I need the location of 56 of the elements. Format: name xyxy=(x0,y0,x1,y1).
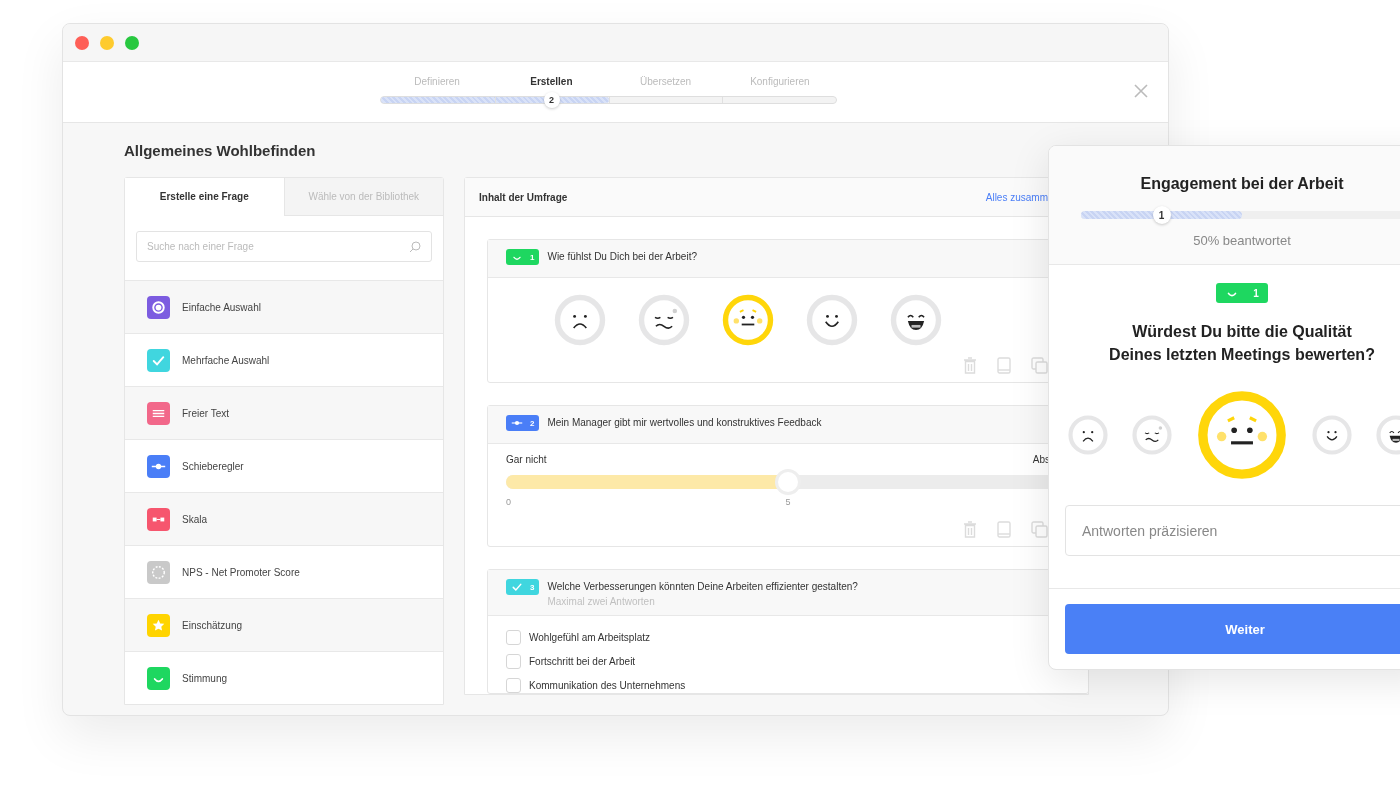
question-type-label: Schieberegler xyxy=(182,460,244,472)
step-label[interactable]: Erstellen xyxy=(530,76,573,87)
tick-label: 5 xyxy=(785,497,791,507)
question-type-item[interactable]: Stimmung xyxy=(125,651,443,704)
question-number: 2 xyxy=(530,418,535,428)
question-type-label: Freier Text xyxy=(182,407,230,419)
maximize-window-icon[interactable] xyxy=(125,35,139,50)
comment-field[interactable]: Antworten präzisieren xyxy=(1065,505,1400,556)
question-type-item[interactable]: Einfache Auswahl xyxy=(125,280,443,333)
option-label: Kommunikation des Unternehmens xyxy=(529,680,686,691)
step-marker: 2 xyxy=(543,92,560,108)
checkbox[interactable] xyxy=(506,630,521,645)
question-number: 1 xyxy=(1253,287,1259,299)
option-label: Wohlgefühl am Arbeitsplatz xyxy=(529,632,650,643)
face-option[interactable] xyxy=(889,293,943,347)
question-type-label: Skala xyxy=(182,513,207,525)
tick-label: 0 xyxy=(506,497,511,507)
panel-title: Inhalt der Umfrage xyxy=(479,191,568,203)
copy-icon[interactable] xyxy=(1031,357,1048,374)
collapse-all-link[interactable]: Alles zusamm xyxy=(985,191,1048,203)
progress-text: 50% beantwortet xyxy=(1193,233,1291,248)
question-hint: Maximal zwei Antworten xyxy=(547,596,656,607)
close-window-icon[interactable] xyxy=(75,35,89,50)
search-icon xyxy=(409,241,421,253)
question-text: Mein Manager gibt mir wertvolles und konstruktives Feedback xyxy=(547,417,822,428)
option-label: Fortschritt bei der Arbeit xyxy=(529,656,636,667)
question-type-item[interactable]: Freier Text xyxy=(125,386,443,439)
question-type-label: Mehrfache Auswahl xyxy=(182,354,270,366)
question-type-label: Einfache Auswahl xyxy=(182,301,261,313)
question-text: Wie fühlst Du Dich bei der Arbeit? xyxy=(547,251,697,262)
copy-icon[interactable] xyxy=(1031,521,1048,538)
minimize-window-icon[interactable] xyxy=(100,35,114,50)
min-label: Gar nicht xyxy=(506,454,547,465)
checkbox[interactable] xyxy=(506,654,521,669)
question-type-icon xyxy=(511,581,523,593)
survey-title: Engagement bei der Arbeit xyxy=(1140,175,1344,193)
question-number: 3 xyxy=(530,582,535,592)
slider-thumb[interactable] xyxy=(778,472,798,492)
question-type-item[interactable]: Skala xyxy=(125,492,443,545)
question-number: 1 xyxy=(530,252,535,262)
trash-icon[interactable] xyxy=(963,357,977,374)
page-title: Allgemeines Wohlbefinden xyxy=(124,142,317,159)
tablet-icon[interactable] xyxy=(997,521,1011,538)
question-type-label: NPS - Net Promoter Score xyxy=(182,566,300,578)
search-field[interactable]: Suche nach einer Frage xyxy=(136,231,432,262)
checkbox[interactable] xyxy=(506,678,521,693)
trash-icon[interactable] xyxy=(963,521,977,538)
question-text: Würdest Du bitte die Qualität Deines letzten Meetings bewerten? xyxy=(1109,322,1375,365)
close-icon[interactable] xyxy=(1134,84,1148,98)
tablet-icon[interactable] xyxy=(997,357,1011,374)
next-button[interactable]: Weiter xyxy=(1065,604,1400,654)
question-text: Welche Verbesserungen könnten Deine Arbeiten effizienter gestalten? xyxy=(547,581,858,592)
question-type-item[interactable]: Einschätzung xyxy=(125,598,443,651)
question-type-label: Einschätzung xyxy=(182,619,243,631)
progress-marker: 1 xyxy=(1152,206,1171,224)
question-type-label: Stimmung xyxy=(182,672,227,684)
